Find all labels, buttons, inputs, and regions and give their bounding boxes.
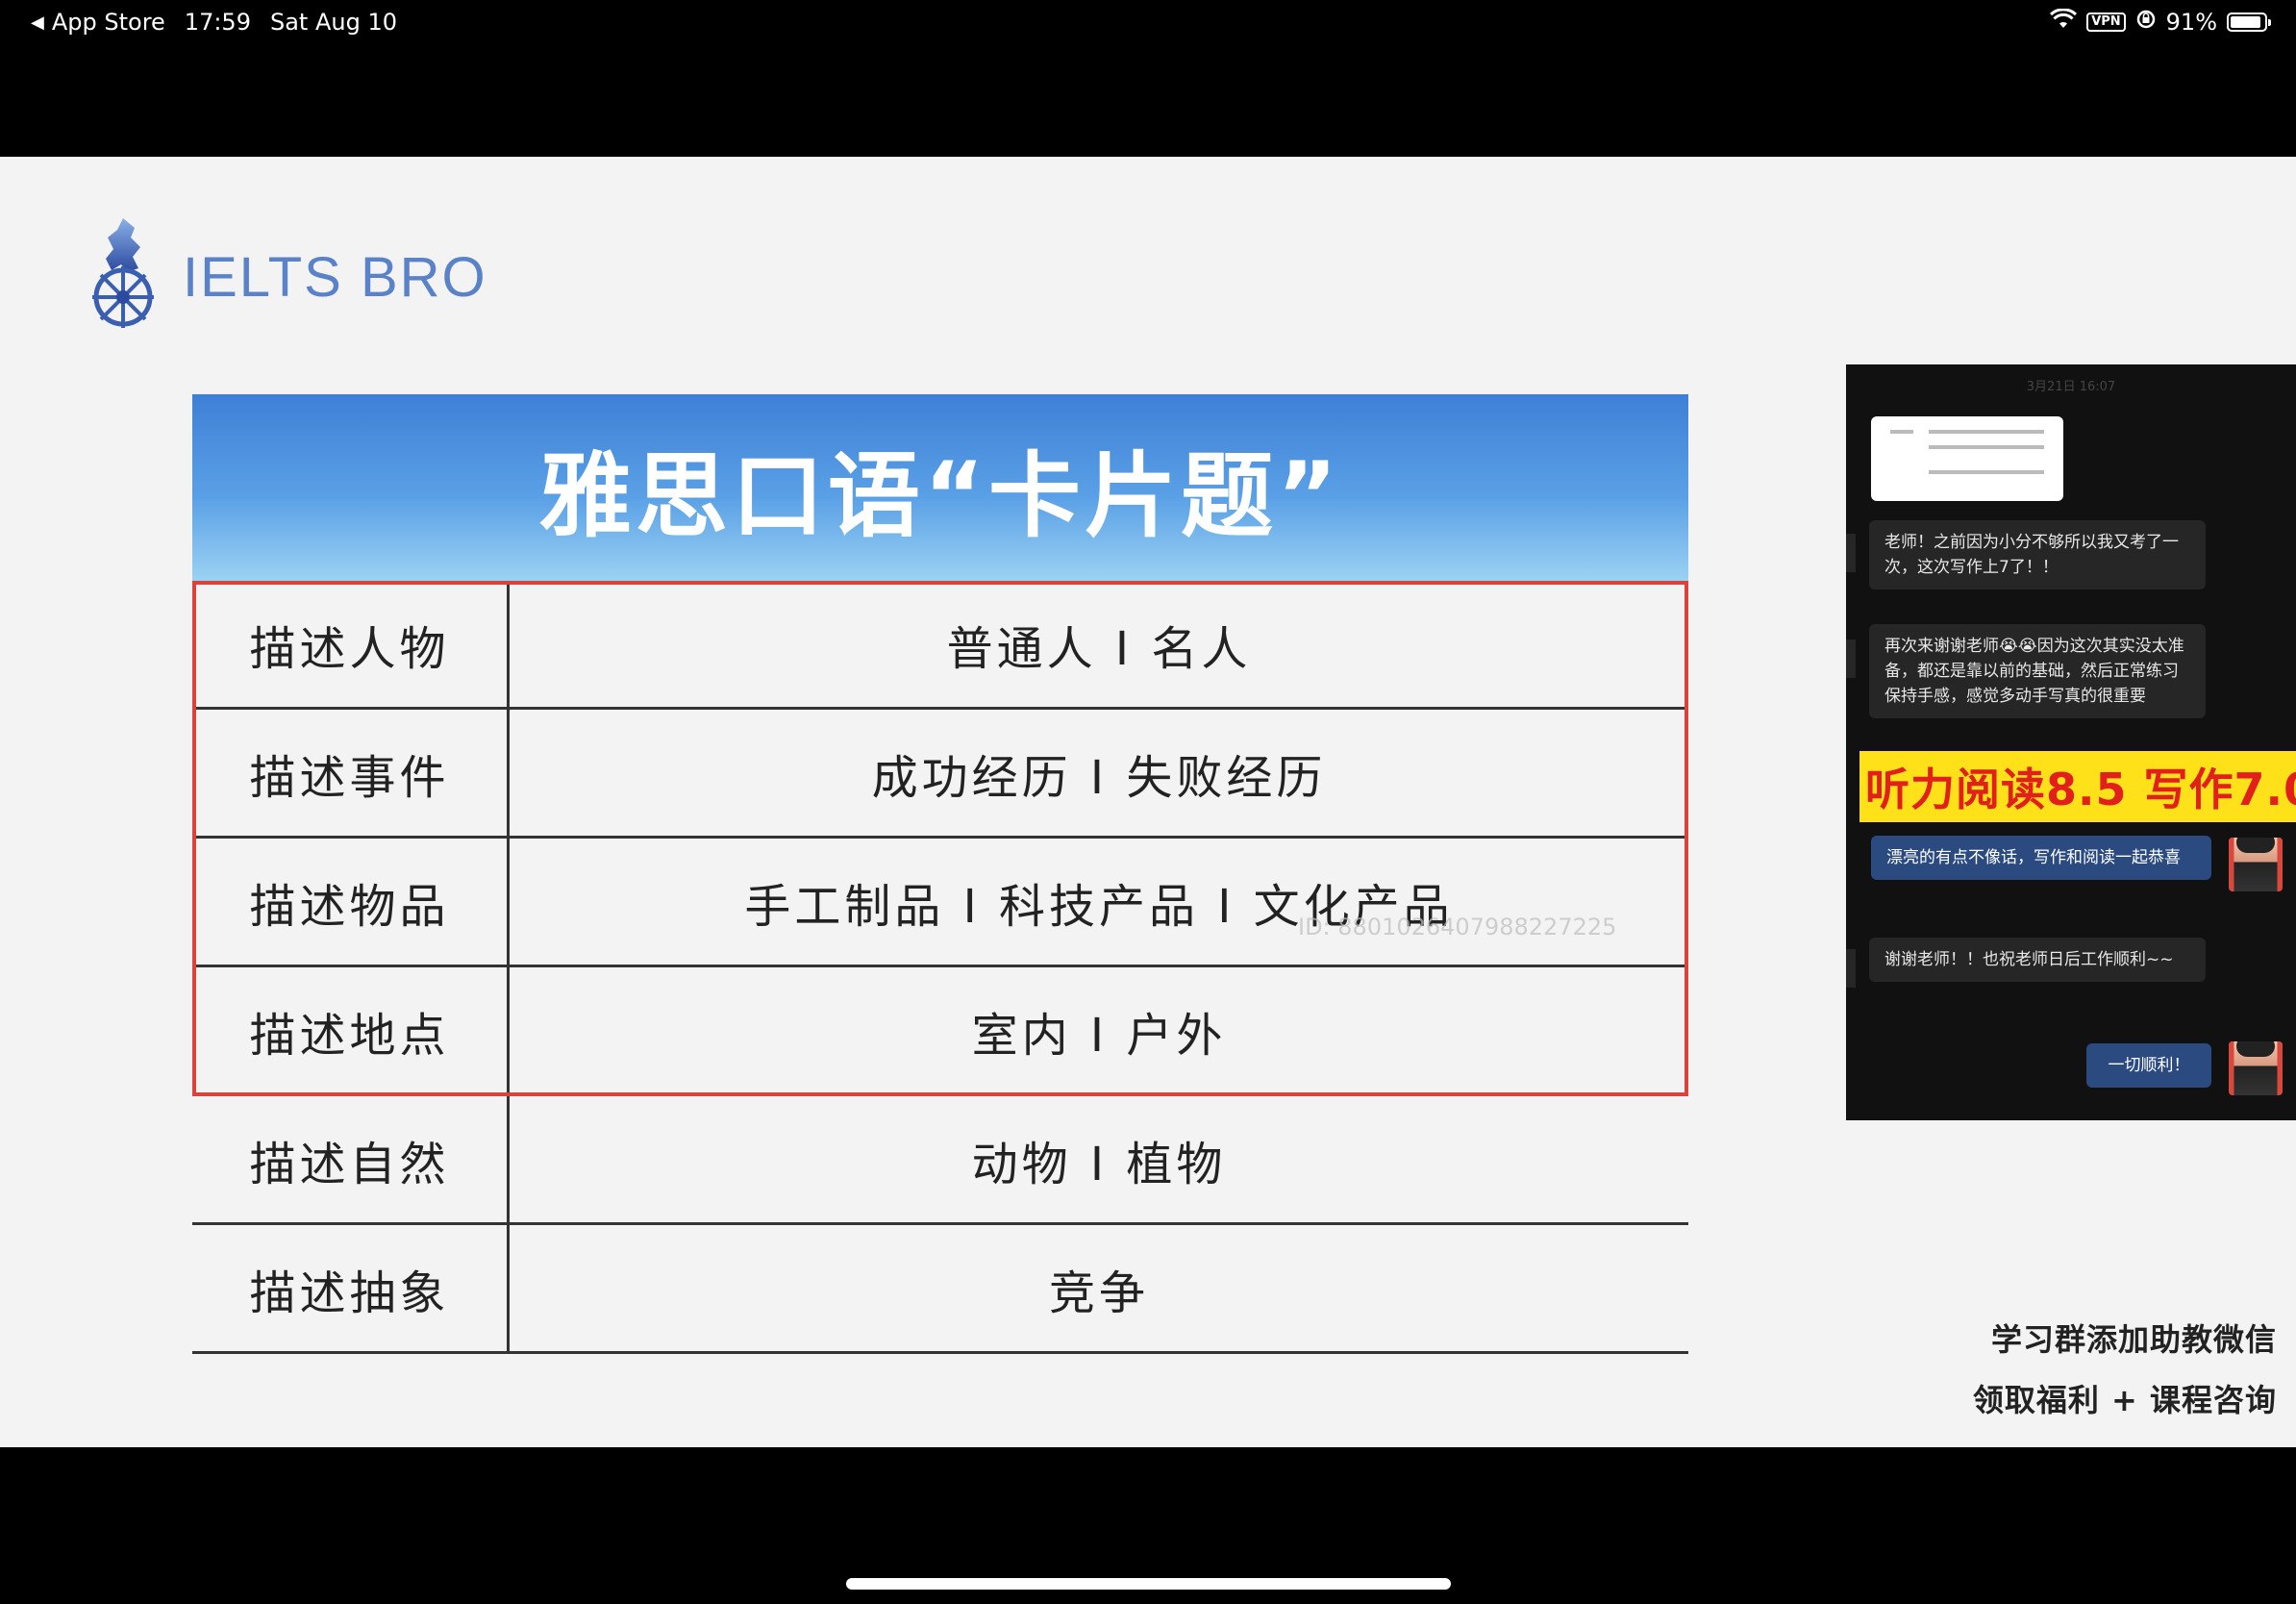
examples-cell: 手工制品 I 科技产品 I 文化产品 <box>744 879 1454 934</box>
score-banner: 听力阅读8.5 写作7.0 <box>1859 751 2296 822</box>
promo-line-2: 领取福利 + 课程咨询 <box>1972 1382 2277 1418</box>
teacher-avatar <box>2229 838 2283 891</box>
category-cell: 描述自然 <box>192 1096 510 1222</box>
chat-avatar-stub <box>1846 534 1856 572</box>
battery-percent: 91% <box>2165 9 2217 36</box>
logo-text: IELTS BRO <box>183 245 487 309</box>
table-row: 描述地点 室内 I 户外 <box>192 967 1688 1096</box>
back-arrow-icon: ◀ <box>31 12 44 33</box>
examples-cell: 动物 I 植物 <box>971 1137 1227 1191</box>
examples-cell: 普通人 I 名人 <box>946 621 1252 676</box>
battery-icon <box>2227 13 2271 32</box>
vpn-badge: VPN <box>2086 13 2126 32</box>
category-cell: 描述地点 <box>192 967 510 1093</box>
table-title: 雅思口语“卡片题” <box>192 394 1688 581</box>
home-indicator[interactable] <box>846 1578 1451 1590</box>
card-topics-table: 雅思口语“卡片题” 描述人物 普通人 I 名人 描述事件 成功经历 I 失败经历… <box>192 394 1688 1354</box>
category-cell: 描述事件 <box>192 710 510 836</box>
category-cell: 描述抽象 <box>192 1225 510 1351</box>
teacher-avatar <box>2229 1041 2283 1095</box>
table-row: 描述抽象 竞争 <box>192 1225 1688 1354</box>
back-to-app-button[interactable]: ◀ App Store <box>31 9 165 36</box>
score-report-thumbnail <box>1871 416 2063 501</box>
chat-screenshot: 3月21日 16:07 老师！之前因为小分不够所以我又考了一次，这次写作上7了！… <box>1846 364 2296 1120</box>
status-bar: ◀ App Store 17:59 Sat Aug 10 VPN 91% <box>0 0 2296 46</box>
table-row: 描述人物 普通人 I 名人 <box>192 581 1688 710</box>
status-time: 17:59 <box>184 9 251 36</box>
examples-cell: 成功经历 I 失败经历 <box>871 750 1327 805</box>
watermark: ID: 8801026407988227225 <box>1298 914 1617 940</box>
examples-cell: 室内 I 户外 <box>971 1008 1227 1063</box>
knight-emblem-icon <box>85 214 162 339</box>
status-date: Sat Aug 10 <box>269 9 397 36</box>
category-cell: 描述物品 <box>192 839 510 965</box>
table-row: 描述事件 成功经历 I 失败经历 <box>192 710 1688 839</box>
back-app-label: App Store <box>51 9 165 36</box>
presentation-slide: IELTS BRO 雅思口语“卡片题” 描述人物 普通人 I 名人 描述事件 成… <box>0 157 2296 1447</box>
wifi-icon <box>2050 8 2078 36</box>
category-cell: 描述人物 <box>192 581 510 707</box>
chat-message: 老师！之前因为小分不够所以我又考了一次，这次写作上7了！！ <box>1869 520 2206 589</box>
table-row: 描述自然 动物 I 植物 <box>192 1096 1688 1225</box>
chat-message: 再次来谢谢老师😭😭因为这次其实没太准备，都还是靠以前的基础，然后正常练习保持手感… <box>1869 624 2206 718</box>
chat-message: 谢谢老师！！也祝老师日后工作顺利~~ <box>1869 938 2206 982</box>
chat-avatar-stub <box>1846 639 1856 678</box>
table-row: 描述物品 手工制品 I 科技产品 I 文化产品 <box>192 839 1688 967</box>
promo-line-1: 学习群添加助教微信 <box>1990 1321 2277 1358</box>
chat-date: 3月21日 16:07 <box>2026 380 2116 394</box>
orientation-lock-icon <box>2135 9 2157 36</box>
chat-avatar-stub <box>1846 949 1856 988</box>
chat-message: 漂亮的有点不像话，写作和阅读一起恭喜 <box>1871 836 2211 880</box>
table-body: 描述人物 普通人 I 名人 描述事件 成功经历 I 失败经历 描述物品 手工制品… <box>192 581 1688 1354</box>
ielts-bro-logo: IELTS BRO <box>85 214 487 339</box>
examples-cell: 竞争 <box>1048 1266 1149 1320</box>
chat-message: 一切顺利！ <box>2086 1043 2211 1088</box>
